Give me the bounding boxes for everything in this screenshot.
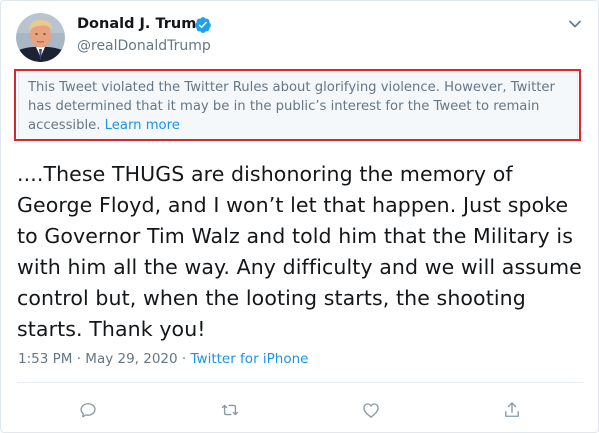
tweet-time[interactable]: 1:53 PM <box>18 351 72 367</box>
share-icon <box>505 402 519 417</box>
tweet-text: ....These THUGS are dishonoring the memo… <box>17 162 582 341</box>
verified-badge-icon <box>195 17 211 33</box>
reply-icon <box>80 403 96 418</box>
tweet-meta: 1:53 PM · May 29, 2020 · Twitter for iPh… <box>18 351 308 367</box>
author-name[interactable]: Donald J. Trump <box>77 16 207 32</box>
like-button[interactable] <box>361 400 381 420</box>
author-avatar[interactable] <box>16 13 65 62</box>
meta-separator-2: · <box>181 351 187 367</box>
share-button[interactable] <box>502 400 522 420</box>
divider <box>17 382 584 383</box>
author-handle[interactable]: @realDonaldTrump <box>77 38 211 54</box>
learn-more-link[interactable]: Learn more <box>105 118 180 133</box>
policy-notice-text: This Tweet violated the Twitter Rules ab… <box>28 78 573 135</box>
reply-button[interactable] <box>78 400 98 420</box>
avatar-image <box>16 13 65 62</box>
chevron-down-icon[interactable] <box>567 16 583 32</box>
tweet-source[interactable]: Twitter for iPhone <box>191 351 309 367</box>
tweet-card: Donald J. Trump @realDonaldTrump This Tw… <box>0 0 599 433</box>
meta-separator: · <box>76 351 81 367</box>
retweet-icon <box>221 404 239 416</box>
tweet-date[interactable]: May 29, 2020 <box>85 351 177 367</box>
like-icon <box>363 403 379 418</box>
retweet-button[interactable] <box>220 400 240 420</box>
